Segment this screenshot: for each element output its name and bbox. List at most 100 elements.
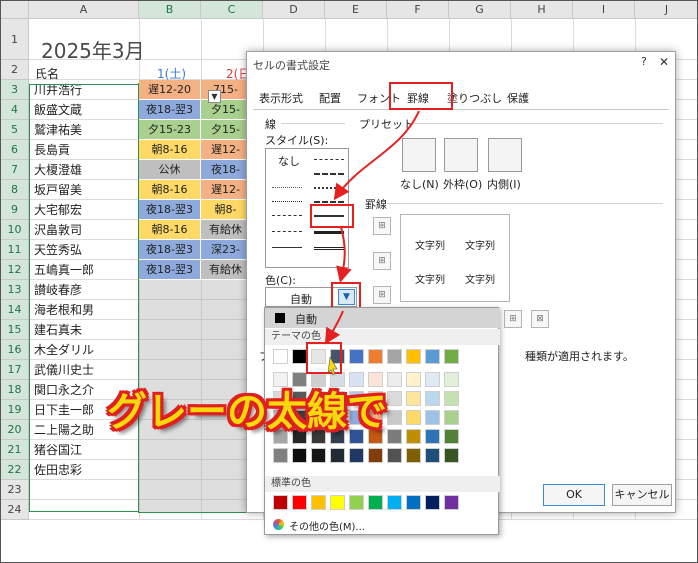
line-style-option[interactable] xyxy=(314,159,344,160)
name-cell[interactable]: 佐田忠彩 xyxy=(31,460,137,480)
name-cell[interactable]: 長島貢 xyxy=(31,140,137,160)
tab-number-format[interactable]: 表示形式 xyxy=(259,90,303,106)
row-header[interactable]: 13 xyxy=(1,280,29,300)
row-header[interactable]: 14 xyxy=(1,300,29,320)
row-header[interactable]: 12 xyxy=(1,260,29,280)
column-header-b[interactable]: B xyxy=(139,1,201,19)
row-header[interactable]: 2 xyxy=(1,60,29,80)
preset-none-button[interactable] xyxy=(402,138,436,172)
border-preview[interactable]: 文字列 文字列 文字列 文字列 xyxy=(400,214,510,302)
theme-shade-swatch[interactable] xyxy=(406,391,421,406)
theme-shade-swatch[interactable] xyxy=(311,448,326,463)
name-cell[interactable]: 坂戸留美 xyxy=(31,180,137,200)
row-header[interactable]: 10 xyxy=(1,220,29,240)
shift-cell[interactable]: 朝8-16 xyxy=(139,140,201,160)
theme-shade-swatch[interactable] xyxy=(425,391,440,406)
standard-color-swatch[interactable] xyxy=(387,495,402,510)
theme-shade-swatch[interactable] xyxy=(349,448,364,463)
select-all-corner[interactable] xyxy=(1,1,29,19)
row-header[interactable]: 1 xyxy=(1,19,29,60)
column-header-a[interactable]: A xyxy=(29,1,139,19)
line-style-option[interactable] xyxy=(314,231,344,234)
theme-shade-swatch[interactable] xyxy=(330,448,345,463)
tab-protection[interactable]: 保護 xyxy=(507,90,529,106)
row-header[interactable]: 21 xyxy=(1,440,29,460)
row-header[interactable]: 18 xyxy=(1,380,29,400)
row-header[interactable]: 22 xyxy=(1,460,29,480)
theme-shade-swatch[interactable] xyxy=(444,429,459,444)
preset-inside-button[interactable] xyxy=(488,138,522,172)
row-header[interactable]: 5 xyxy=(1,120,29,140)
more-colors-link[interactable]: その他の色(M)... xyxy=(289,518,365,533)
row-header[interactable]: 23 xyxy=(1,480,29,500)
column-header-h[interactable]: H xyxy=(511,1,573,19)
close-icon[interactable]: ✕ xyxy=(659,55,669,69)
column-header-i[interactable]: I xyxy=(573,1,635,19)
standard-color-swatch[interactable] xyxy=(425,495,440,510)
theme-shade-swatch[interactable] xyxy=(406,448,421,463)
row-header[interactable]: 3 xyxy=(1,80,29,100)
column-header-e[interactable]: E xyxy=(325,1,387,19)
column-header-g[interactable]: G xyxy=(449,1,511,19)
cell-dropdown-arrow-icon[interactable]: ▼ xyxy=(208,90,221,103)
name-cell[interactable]: 大宅郁宏 xyxy=(31,200,137,220)
shift-cell[interactable]: 朝8- xyxy=(201,200,251,220)
line-style-option[interactable] xyxy=(314,173,344,175)
shift-cell[interactable]: 夕15- xyxy=(201,120,251,140)
row-header[interactable]: 15 xyxy=(1,320,29,340)
automatic-color-option[interactable]: 自動 xyxy=(265,308,500,328)
row-header[interactable]: 9 xyxy=(1,200,29,220)
shift-cell[interactable]: 夕15-23 xyxy=(139,120,201,140)
theme-color-swatch[interactable] xyxy=(444,349,459,364)
name-cell[interactable]: 武儀川史士 xyxy=(31,360,137,380)
name-cell[interactable]: 建石真未 xyxy=(31,320,137,340)
shift-cell[interactable]: 夕15- xyxy=(201,100,251,120)
row-header[interactable]: 17 xyxy=(1,360,29,380)
theme-color-swatch[interactable] xyxy=(273,349,288,364)
shift-cell[interactable]: 夜18-翌3 xyxy=(139,240,201,260)
help-icon[interactable]: ? xyxy=(641,55,647,68)
row-header[interactable]: 16 xyxy=(1,340,29,360)
name-cell[interactable]: 木全ダリル xyxy=(31,340,137,360)
preset-outline-button[interactable] xyxy=(444,138,478,172)
line-style-option[interactable] xyxy=(272,231,302,232)
shift-cell[interactable]: 夜18-翌3 xyxy=(139,260,201,280)
standard-color-swatch[interactable] xyxy=(444,495,459,510)
line-style-option[interactable] xyxy=(272,215,302,216)
theme-color-swatch[interactable] xyxy=(425,349,440,364)
row-header[interactable]: 24 xyxy=(1,500,29,520)
name-cell[interactable]: 猪谷国江 xyxy=(31,440,137,460)
shift-cell[interactable]: 夜18-翌3 xyxy=(139,100,201,120)
shift-cell[interactable]: 夜18- xyxy=(201,160,251,180)
name-cell[interactable]: 天笠秀弘 xyxy=(31,240,137,260)
border-vertical-icon[interactable]: ⊞ xyxy=(504,310,522,328)
row-header[interactable]: 11 xyxy=(1,240,29,260)
standard-color-swatch[interactable] xyxy=(330,495,345,510)
row-header[interactable]: 4 xyxy=(1,100,29,120)
shift-cell[interactable]: 有給休 xyxy=(201,220,251,240)
theme-shade-swatch[interactable] xyxy=(425,429,440,444)
shift-cell[interactable]: 遅12- xyxy=(201,140,251,160)
theme-shade-swatch[interactable] xyxy=(406,410,421,425)
border-top-icon[interactable]: ⊞ xyxy=(373,217,391,235)
theme-shade-swatch[interactable] xyxy=(444,391,459,406)
shift-cell[interactable]: 夜18-翌3 xyxy=(139,200,201,220)
line-style-option[interactable] xyxy=(314,201,344,203)
line-style-option[interactable] xyxy=(272,187,302,188)
border-middle-icon[interactable]: ⊞ xyxy=(373,252,391,270)
shift-cell[interactable]: 有給休 xyxy=(201,260,251,280)
name-cell[interactable]: 海老根和男 xyxy=(31,300,137,320)
theme-shade-swatch[interactable] xyxy=(425,410,440,425)
ok-button[interactable]: OK xyxy=(543,484,605,506)
column-header-d[interactable]: D xyxy=(263,1,325,19)
shift-cell[interactable]: 遅12- xyxy=(201,180,251,200)
theme-shade-swatch[interactable] xyxy=(368,448,383,463)
shift-cell[interactable]: 公休 xyxy=(139,160,201,180)
cancel-button[interactable]: キャンセル xyxy=(612,484,672,506)
theme-color-swatch[interactable] xyxy=(406,349,421,364)
row-header[interactable]: 6 xyxy=(1,140,29,160)
theme-shade-swatch[interactable] xyxy=(387,391,402,406)
theme-shade-swatch[interactable] xyxy=(387,410,402,425)
line-style-option[interactable] xyxy=(314,187,344,189)
shift-cell[interactable]: 深23- xyxy=(201,240,251,260)
